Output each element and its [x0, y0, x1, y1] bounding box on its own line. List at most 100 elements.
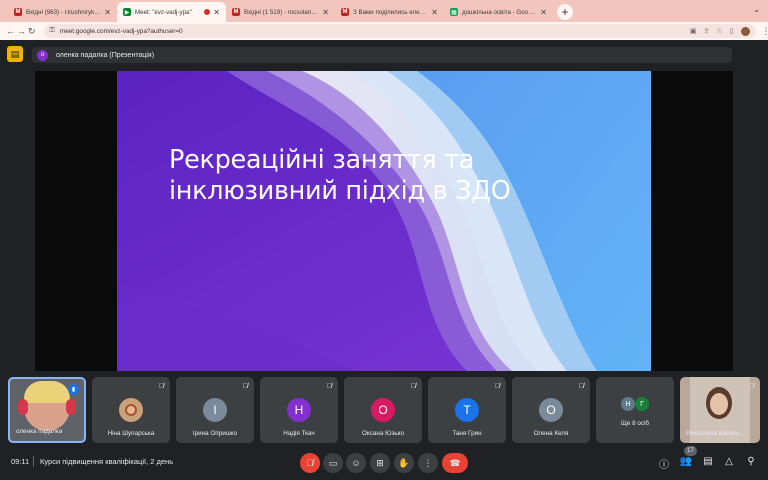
shared-slide: Рекреаційні заняття та інклюзивний підхі…	[117, 71, 651, 371]
sidebar-icon[interactable]: ▯	[730, 27, 734, 35]
more-participants-label: Ще 8 осіб	[620, 420, 650, 427]
participant-tile[interactable]: 🎙̸ І Ірина Опришко	[176, 377, 254, 443]
mic-off-icon: 🎙̸	[494, 383, 500, 390]
slide-title-line: інклюзивний підхід в ЗДО	[169, 176, 511, 206]
emoji-button[interactable]: ☺	[346, 453, 366, 473]
mic-off-icon: 🎙̸	[578, 383, 584, 390]
leave-call-button[interactable]: ☎	[442, 453, 468, 473]
share-icon[interactable]: ⇪	[704, 27, 710, 35]
mic-off-icon: 🎙̸	[410, 383, 416, 390]
participant-avatar: Г	[635, 397, 649, 411]
url-text[interactable]: meet.google.com/evz-vadj-ypa?authuser=0	[60, 28, 683, 35]
info-icon[interactable]: ⓘ	[657, 456, 671, 471]
presentation-stage: Рекреаційні заняття та інклюзивний підхі…	[35, 71, 733, 371]
close-icon[interactable]: ✕	[431, 8, 438, 17]
presentation-mode-icon[interactable]: ▤	[7, 46, 23, 62]
camera-in-use-icon[interactable]: ▣	[690, 27, 697, 35]
raise-hand-icon: ✋	[398, 457, 410, 468]
recording-indicator-icon	[204, 9, 211, 15]
tab-title: З Вами поділились електро...	[353, 8, 429, 16]
people-icon[interactable]: 👥	[679, 456, 693, 467]
reload-icon[interactable]: ↻	[28, 26, 36, 37]
participant-name: Оксана Юзько	[362, 430, 404, 437]
more-participants-tile[interactable]: Н Г Ще 8 осіб	[596, 377, 674, 443]
emoji-icon: ☺	[351, 458, 361, 468]
avatar-photo	[125, 404, 137, 416]
headphones-graphic	[18, 399, 28, 415]
present-screen-icon: ⊞	[376, 457, 384, 468]
browser-toolbar: ← → ↻ ⚿ meet.google.com/evz-vadj-ypa?aut…	[0, 22, 768, 40]
profile-avatar[interactable]	[740, 26, 750, 36]
participant-avatar: О	[539, 398, 563, 422]
participant-tile[interactable]: 🎙̸ О Оксана Юзько	[344, 377, 422, 443]
forward-arrow-icon[interactable]: →	[17, 26, 26, 36]
activities-icon[interactable]: △	[722, 456, 736, 467]
meeting-controls-bar: 09:11 Курси підвищення кваліфікації, 2 д…	[0, 448, 768, 480]
participant-avatar: О	[371, 398, 395, 422]
participant-strip: ▮ оленка падалка 🎙̸ Ніна Шупарська 🎙̸ І …	[8, 377, 764, 443]
slide-background-graphic	[117, 71, 651, 371]
more-options-button[interactable]: ⋮	[418, 453, 438, 473]
slide-title: Рекреаційні заняття та інклюзивний підхі…	[169, 145, 609, 207]
browser-tab[interactable]: M З Вами поділились електро... ✕	[335, 2, 444, 22]
back-arrow-icon[interactable]: ←	[6, 26, 15, 36]
meet-icon: ▶	[123, 8, 131, 16]
participant-avatar: Н	[621, 397, 635, 411]
browser-tab[interactable]: M Вхідні (963) - r.kushniryk@... ✕	[8, 2, 117, 22]
close-icon[interactable]: ✕	[213, 8, 220, 17]
sheets-icon: ▦	[450, 8, 458, 16]
mic-off-icon: 🎙̸	[242, 383, 248, 390]
participant-name: Таня Грин	[452, 430, 482, 437]
presenter-label[interactable]: о оленка падалка (Презентація)	[32, 47, 732, 63]
close-icon[interactable]: ✕	[104, 8, 111, 17]
participant-tile-self[interactable]: ▮ оленка падалка	[8, 377, 86, 443]
address-bar[interactable]: ⚿ meet.google.com/evz-vadj-ypa?authuser=…	[43, 24, 756, 38]
tab-title: Вхідні (1 519) - rocsolana@g...	[244, 8, 319, 16]
headphones-graphic	[66, 399, 76, 415]
host-controls-icon[interactable]: ⚲	[744, 456, 758, 467]
participant-avatar: Н	[287, 398, 311, 422]
participant-tile[interactable]: 🎙̸ Н Надія Ткач	[260, 377, 338, 443]
mic-off-icon: 🎙̸	[326, 383, 332, 390]
browser-tab[interactable]: ▦ дошкільна освіта - Google Та... ✕	[444, 2, 553, 22]
speaking-indicator-icon: ▮	[68, 384, 79, 395]
browser-menu-icon[interactable]: ⋮	[762, 26, 768, 37]
participant-tile[interactable]: 🎙̸ Роксоляна Василі...	[680, 377, 760, 443]
gmail-icon: M	[341, 8, 349, 16]
participant-tile[interactable]: 🎙̸ Ніна Шупарська	[92, 377, 170, 443]
close-icon[interactable]: ✕	[540, 8, 547, 17]
gmail-icon: M	[232, 8, 240, 16]
divider	[33, 456, 34, 467]
present-button[interactable]: ⊞	[370, 453, 390, 473]
participant-count-badge: 17	[684, 446, 697, 456]
gmail-icon: M	[14, 8, 22, 16]
chevron-down-icon[interactable]: ⌄	[753, 5, 760, 14]
meeting-title: Курси підвищення кваліфікації, 2 день	[40, 457, 174, 466]
presenter-avatar: о	[37, 49, 48, 61]
participant-name: Роксоляна Василі...	[686, 430, 744, 437]
browser-tab[interactable]: M Вхідні (1 519) - rocsolana@g... ✕	[226, 2, 335, 22]
slide-title-line: Рекреаційні заняття та	[169, 145, 475, 175]
lock-icon[interactable]: ⚿	[50, 27, 55, 35]
camera-button[interactable]: ▭	[323, 453, 343, 473]
browser-tab-strip: M Вхідні (963) - r.kushniryk@... ✕ ▶ Mee…	[0, 0, 768, 22]
participant-name: Ніна Шупарська	[107, 430, 155, 437]
browser-tab-active[interactable]: ▶ Meet: "evz-vadj-ypa" ✕	[117, 2, 226, 22]
participant-name: оленка падалка	[16, 428, 63, 435]
new-tab-button[interactable]: +	[557, 4, 573, 20]
raise-hand-button[interactable]: ✋	[394, 453, 414, 473]
chat-icon[interactable]: ▤	[701, 456, 715, 467]
tab-title: дошкільна освіта - Google Та...	[462, 8, 537, 16]
mic-off-button[interactable]: 🎙̸	[300, 453, 320, 473]
participant-tile[interactable]: 🎙̸ О Олена Келя	[512, 377, 590, 443]
tab-title: Meet: "evz-vadj-ypa"	[135, 8, 192, 16]
bookmark-star-icon[interactable]: ☆	[716, 27, 722, 35]
camera-icon: ▭	[328, 457, 338, 468]
mic-off-icon: 🎙̸	[748, 383, 754, 390]
participant-tile[interactable]: 🎙̸ Т Таня Грин	[428, 377, 506, 443]
tab-title: Вхідні (963) - r.kushniryk@...	[26, 8, 102, 16]
mic-off-icon: 🎙̸	[306, 458, 314, 468]
participant-hair	[24, 381, 70, 403]
mic-off-icon: 🎙̸	[158, 383, 164, 390]
close-icon[interactable]: ✕	[322, 8, 329, 17]
